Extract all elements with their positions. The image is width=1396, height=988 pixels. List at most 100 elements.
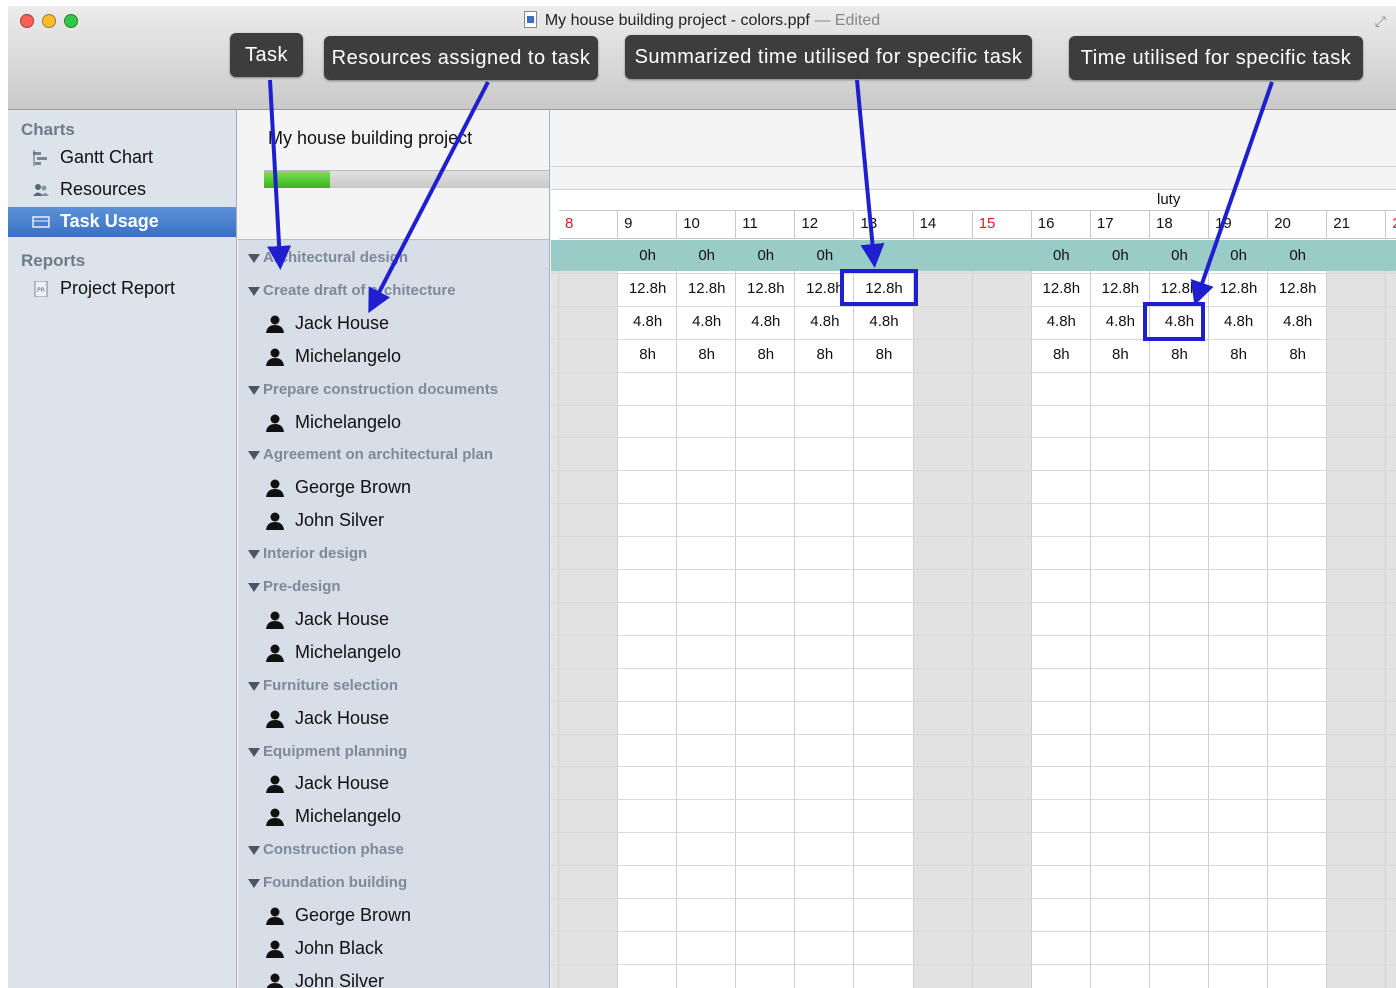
task-row[interactable]: Interior design	[238, 537, 549, 570]
disclosure-triangle-icon[interactable]	[248, 846, 260, 856]
usage-cell[interactable]: 4.8h	[1268, 313, 1327, 330]
usage-cell[interactable]: 4.8h	[855, 313, 914, 330]
disclosure-triangle-icon[interactable]	[248, 879, 260, 889]
resource-row[interactable]: John Black	[238, 932, 549, 965]
resource-row[interactable]: John Silver	[238, 965, 549, 988]
grid-line	[551, 272, 1396, 274]
sidebar-item-gantt[interactable]: Gantt Chart	[8, 143, 236, 173]
resource-row[interactable]: Jack House	[238, 307, 549, 340]
usage-cell[interactable]: 12.8h	[1209, 280, 1268, 297]
sidebar-item-label: Resources	[60, 179, 147, 199]
resource-row[interactable]: Jack House	[238, 603, 549, 636]
usage-cell[interactable]: 12.8h	[736, 280, 795, 297]
usage-cell[interactable]: 12.8h	[618, 280, 677, 297]
project-name: My house building project	[268, 128, 473, 148]
task-label: Create draft of architecture	[263, 281, 456, 299]
grid-line	[551, 601, 1396, 603]
resource-row[interactable]: Jack House	[238, 767, 549, 800]
usage-cell[interactable]: 8h	[677, 346, 736, 363]
resource-row[interactable]: Michelangelo	[238, 340, 549, 373]
day-column	[1386, 240, 1396, 988]
usage-cell[interactable]: 0h	[677, 247, 736, 264]
usage-cell[interactable]: 4.8h	[1091, 313, 1150, 330]
resource-row[interactable]: Michelangelo	[238, 406, 549, 439]
task-row[interactable]: Equipment planning	[238, 735, 549, 768]
resource-label: George Brown	[295, 477, 412, 498]
person-icon	[265, 478, 285, 498]
disclosure-triangle-icon[interactable]	[248, 747, 260, 757]
disclosure-triangle-icon[interactable]	[248, 254, 260, 263]
usage-cell[interactable]: 8h	[1268, 346, 1327, 363]
usage-cell[interactable]: 8h	[1091, 346, 1150, 363]
grid-line	[551, 733, 1396, 735]
task-row[interactable]: Agreement on architectural plan	[238, 438, 549, 471]
usage-cell[interactable]: 0h	[1032, 247, 1091, 264]
usage-cell[interactable]: 0h	[618, 247, 677, 264]
resource-row[interactable]: Michelangelo	[238, 636, 549, 669]
disclosure-triangle-icon[interactable]	[248, 385, 260, 395]
usage-cell[interactable]: 0h	[736, 247, 795, 264]
usage-cell[interactable]: 0h	[1091, 247, 1150, 264]
usage-cell[interactable]: 0h	[1150, 247, 1209, 264]
resource-row[interactable]: George Brown	[238, 471, 549, 504]
resource-row[interactable]: John Silver	[238, 504, 549, 537]
usage-cell[interactable]: 8h	[618, 346, 677, 363]
task-label: Architectural design	[263, 249, 409, 266]
usage-cell[interactable]: 4.8h	[795, 313, 854, 330]
resource-row[interactable]: Jack House	[238, 702, 549, 735]
usage-cell[interactable]: 4.8h	[1032, 313, 1091, 330]
usage-cell[interactable]: 8h	[1032, 346, 1091, 363]
day-header-cell: 17	[1090, 210, 1150, 239]
resource-label: Michelangelo	[295, 641, 402, 662]
sidebar-item-project-report[interactable]: PR Project Report	[8, 274, 236, 304]
usage-cell[interactable]: 12.8h	[1268, 280, 1327, 297]
person-icon	[265, 709, 285, 729]
task-row[interactable]: Furniture selection	[238, 669, 549, 702]
disclosure-triangle-icon[interactable]	[248, 550, 260, 560]
usage-cell[interactable]: 0h	[1268, 247, 1327, 264]
task-row[interactable]: Architectural design	[238, 241, 549, 274]
usage-cell[interactable]: 8h	[855, 346, 914, 363]
usage-cell[interactable]: 12.8h	[677, 280, 736, 297]
usage-cell[interactable]: 12.8h	[1150, 280, 1209, 297]
day-column	[559, 240, 619, 988]
usage-cell[interactable]: 0h	[795, 247, 854, 264]
usage-cell[interactable]: 8h	[795, 346, 854, 363]
fullscreen-icon[interactable]: ⤢	[1375, 14, 1386, 30]
usage-cell[interactable]: 4.8h	[736, 313, 795, 330]
annotation-task: Task	[230, 33, 303, 77]
task-row[interactable]: Foundation building	[238, 866, 549, 899]
disclosure-triangle-icon[interactable]	[248, 681, 260, 691]
task-usage-grid: 0h 0h 0h 0h 0h 0h 0h 0h 0h 12.8h 12.8h 12.8h 12.8h 12…	[551, 110, 1396, 988]
usage-cell[interactable]: 4.8h	[1209, 313, 1268, 330]
usage-cell[interactable]: 8h	[1150, 346, 1209, 363]
task-row[interactable]: Pre-design	[238, 570, 549, 603]
resource-row[interactable]: George Brown	[238, 899, 549, 932]
disclosure-triangle-icon[interactable]	[248, 583, 260, 592]
task-label: Agreement on architectural plan	[263, 446, 494, 464]
grid-line	[551, 338, 1396, 340]
annotation-time: Time utilised for specific task	[1069, 36, 1363, 80]
usage-cell[interactable]: 4.8h	[618, 313, 677, 330]
usage-cell[interactable]: 0h	[1209, 247, 1268, 264]
usage-cell[interactable]: 12.8h	[1091, 280, 1150, 297]
disclosure-triangle-icon[interactable]	[248, 451, 260, 461]
task-row[interactable]: Construction phase	[238, 833, 549, 866]
sidebar-item-resources[interactable]: Resources	[8, 175, 236, 205]
task-usage-icon	[32, 216, 50, 228]
person-icon	[265, 774, 285, 794]
resource-row[interactable]: Michelangelo	[238, 800, 549, 833]
usage-cell[interactable]: 12.8h	[1032, 280, 1091, 297]
grid-line	[551, 470, 1396, 472]
sidebar-item-task-usage[interactable]: Task Usage	[8, 207, 236, 237]
usage-cell[interactable]: 8h	[736, 346, 795, 363]
usage-cell[interactable]: 4.8h	[677, 313, 736, 330]
disclosure-triangle-icon[interactable]	[248, 286, 260, 296]
usage-cell[interactable]: 8h	[1209, 346, 1268, 363]
grid-line	[551, 700, 1396, 702]
task-row[interactable]: Prepare construction documents	[238, 373, 549, 406]
task-row[interactable]: Create draft of architecture	[238, 274, 549, 307]
person-icon	[265, 972, 285, 988]
day-header-cell: 10	[677, 210, 737, 239]
annotation-resources: Resources assigned to task	[324, 36, 598, 80]
